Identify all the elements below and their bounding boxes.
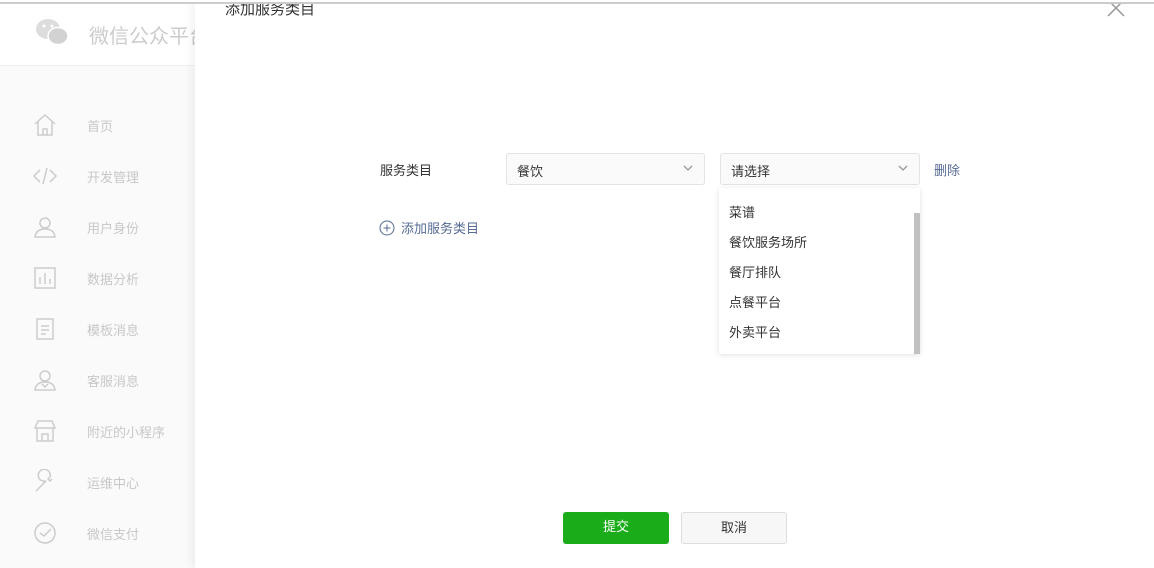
sidebar-item-label: 数据分析 [87, 273, 140, 288]
cancel-button[interactable]: 取消 [681, 512, 787, 544]
dropdown-option[interactable]: 餐饮服务场所 [729, 232, 807, 251]
sidebar-item[interactable]: 运维中心 [0, 467, 200, 497]
add-category-label: 添加服务类目 [401, 222, 480, 237]
select-value: 餐饮 [517, 165, 544, 180]
field-label: 服务类目 [380, 164, 433, 179]
select-placeholder: 请选择 [731, 165, 771, 180]
sidebar-item-label: 用户身份 [87, 222, 140, 237]
wechat-logo-icon [36, 19, 69, 46]
user-icon [34, 217, 56, 238]
sidebar-item[interactable]: 微信支付 [0, 518, 200, 548]
chevron-down-icon [898, 165, 908, 171]
submit-button[interactable]: 提交 [563, 512, 669, 544]
sidebar-item-label: 附近的小程序 [87, 426, 166, 441]
sidebar-item[interactable]: 开发管理 [0, 161, 200, 191]
wrench-icon [35, 469, 53, 492]
add-category-link[interactable]: 添加服务类目 [379, 218, 479, 237]
brand-header: 微信公众平台 [0, 0, 209, 66]
sidebar-item[interactable]: 附近的小程序 [0, 416, 200, 446]
sidebar-item-label: 首页 [87, 120, 114, 135]
brand-name: 微信公众平台 [89, 24, 209, 48]
sidebar-item-label: 客服消息 [87, 375, 140, 390]
sidebar-item-label: 运维中心 [87, 477, 140, 492]
store-icon [33, 420, 57, 442]
delete-link[interactable]: 删除 [934, 160, 960, 179]
chart-icon [34, 267, 56, 289]
sidebar-item[interactable]: 首页 [0, 110, 200, 140]
home-icon [34, 113, 56, 136]
sidebar-item[interactable]: 用户身份 [0, 212, 200, 242]
sidebar: 微信公众平台 首页开发管理用户身份数据分析模板消息客服消息附近的小程序 运维中心微… [0, 0, 209, 568]
dropdown-option[interactable]: 外卖平台 [729, 322, 781, 341]
dropdown-option[interactable]: 餐厅排队 [729, 262, 781, 281]
dropdown-option[interactable]: 点餐平台 [729, 292, 781, 311]
chevron-down-icon [683, 165, 693, 171]
dropdown-scrollbar[interactable] [914, 213, 920, 354]
document-icon [36, 318, 54, 340]
service-icon [34, 370, 56, 391]
plus-circle-icon [379, 220, 395, 235]
pay-icon [34, 522, 56, 544]
sidebar-item-label: 模板消息 [87, 324, 140, 339]
category-dropdown: 菜谱 餐饮服务场所 餐厅排队 点餐平台 外卖平台 [719, 188, 920, 354]
primary-category-select[interactable]: 餐饮 [506, 153, 705, 185]
sidebar-item-label: 微信支付 [87, 528, 140, 543]
sidebar-item-label: 开发管理 [87, 171, 140, 186]
sidebar-item[interactable]: 数据分析 [0, 263, 200, 293]
sidebar-item[interactable]: 模板消息 [0, 314, 200, 344]
dropdown-option[interactable]: 菜谱 [729, 202, 755, 221]
window-top-border [0, 0, 1154, 4]
code-icon [32, 167, 58, 185]
secondary-category-select[interactable]: 请选择 [720, 153, 920, 185]
sidebar-item[interactable]: 客服消息 [0, 365, 200, 395]
add-category-dialog: 添加服务类目 服务类目 餐饮 请选择 删除 添加服务类目 菜谱 餐饮服务场所 餐… [195, 0, 1154, 568]
